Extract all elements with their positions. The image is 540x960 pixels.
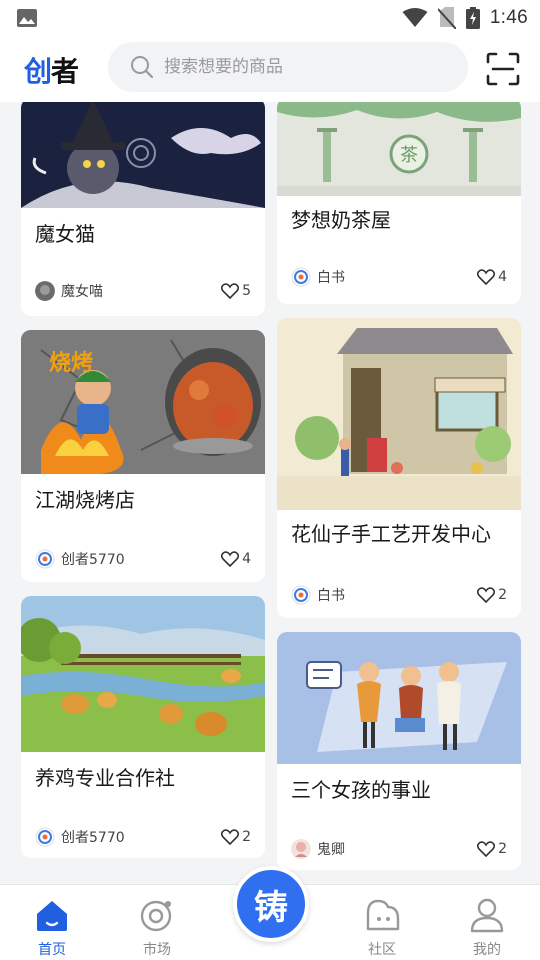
author-info[interactable]: 创者5770 bbox=[35, 826, 125, 848]
create-button[interactable]: 铸 bbox=[233, 866, 309, 942]
product-card[interactable]: 烧烤 江湖烧烤店 创者5770 4 bbox=[21, 330, 265, 582]
nav-label: 社区 bbox=[368, 942, 396, 958]
product-title: 花仙子手工艺开发中心 bbox=[291, 522, 491, 546]
product-image: 茶 bbox=[277, 102, 521, 196]
profile-icon bbox=[470, 898, 504, 933]
scan-icon[interactable] bbox=[486, 52, 520, 86]
product-image: 烧烤 bbox=[21, 330, 265, 474]
nav-home[interactable]: 首页 bbox=[12, 893, 92, 958]
product-image bbox=[277, 318, 521, 510]
heart-icon bbox=[221, 829, 240, 845]
author-info[interactable]: 白书 bbox=[291, 584, 345, 606]
product-title: 魔女猫 bbox=[35, 222, 95, 246]
author-name: 白书 bbox=[317, 588, 345, 604]
search-input[interactable] bbox=[164, 42, 454, 92]
product-card[interactable]: 魔女猫 魔女喵 5 bbox=[21, 102, 265, 316]
heart-icon bbox=[221, 283, 240, 299]
heart-icon bbox=[477, 587, 496, 603]
author-name: 白书 bbox=[317, 270, 345, 286]
like-button[interactable]: 4 bbox=[477, 266, 507, 288]
avatar bbox=[35, 827, 55, 847]
create-button-label: 铸 bbox=[254, 887, 288, 928]
product-card[interactable]: 养鸡专业合作社 创者5770 2 bbox=[21, 596, 265, 858]
heart-icon bbox=[477, 269, 496, 285]
battery-charging-icon bbox=[465, 7, 480, 29]
image-notification-icon bbox=[17, 9, 37, 27]
status-bar: 1:46 bbox=[0, 0, 540, 36]
author-name: 创者5770 bbox=[61, 552, 125, 568]
svg-text:茶: 茶 bbox=[400, 145, 418, 166]
nav-market[interactable]: 市场 bbox=[117, 893, 197, 958]
nav-label: 首页 bbox=[38, 942, 66, 958]
like-button[interactable]: 2 bbox=[477, 838, 507, 860]
author-name: 创者5770 bbox=[61, 830, 125, 846]
product-title: 江湖烧烤店 bbox=[35, 488, 135, 512]
nav-label: 市场 bbox=[143, 942, 171, 958]
like-button[interactable]: 2 bbox=[477, 584, 507, 606]
nav-label: 我的 bbox=[473, 942, 501, 958]
logo-char-1: 创 bbox=[24, 55, 52, 88]
author-name: 鬼卿 bbox=[317, 842, 345, 858]
search-bar[interactable] bbox=[108, 42, 468, 92]
nav-profile[interactable]: 我的 bbox=[447, 893, 527, 958]
product-title: 三个女孩的事业 bbox=[291, 778, 431, 802]
market-icon bbox=[140, 900, 172, 932]
no-sim-icon bbox=[437, 7, 456, 29]
avatar bbox=[35, 281, 55, 301]
author-info[interactable]: 创者5770 bbox=[35, 548, 125, 570]
like-button[interactable]: 4 bbox=[221, 548, 251, 570]
author-name: 魔女喵 bbox=[61, 284, 103, 300]
product-card[interactable]: 花仙子手工艺开发中心 白书 2 bbox=[277, 318, 521, 618]
avatar bbox=[291, 839, 311, 859]
home-icon bbox=[37, 901, 67, 931]
author-info[interactable]: 魔女喵 bbox=[35, 280, 103, 302]
clock: 1:46 bbox=[489, 7, 528, 28]
like-button[interactable]: 2 bbox=[221, 826, 251, 848]
heart-icon bbox=[477, 841, 496, 857]
product-image bbox=[21, 596, 265, 752]
like-count: 2 bbox=[498, 587, 507, 603]
product-title: 养鸡专业合作社 bbox=[35, 766, 175, 790]
svg-text:烧烤: 烧烤 bbox=[49, 350, 93, 376]
product-image bbox=[21, 102, 265, 208]
avatar bbox=[35, 549, 55, 569]
like-count: 4 bbox=[242, 551, 251, 567]
product-feed[interactable]: 魔女猫 魔女喵 5 茶 梦想奶茶屋 白书 4 烧烤 江湖烧烤店 创者5770 4… bbox=[0, 102, 540, 884]
product-image bbox=[277, 632, 521, 764]
heart-icon bbox=[221, 551, 240, 567]
nav-community[interactable]: 社区 bbox=[342, 893, 422, 958]
product-card[interactable]: 三个女孩的事业 鬼卿 2 bbox=[277, 632, 521, 870]
app-logo[interactable]: 创者 bbox=[24, 50, 79, 90]
like-button[interactable]: 5 bbox=[221, 280, 251, 302]
like-count: 2 bbox=[242, 829, 251, 845]
like-count: 2 bbox=[498, 841, 507, 857]
search-icon bbox=[131, 56, 154, 79]
avatar bbox=[291, 585, 311, 605]
author-info[interactable]: 鬼卿 bbox=[291, 838, 345, 860]
like-count: 4 bbox=[498, 269, 507, 285]
avatar bbox=[291, 267, 311, 287]
top-bar: 创者 bbox=[0, 36, 540, 102]
author-info[interactable]: 白书 bbox=[291, 266, 345, 288]
logo-char-2: 者 bbox=[51, 55, 79, 88]
product-card[interactable]: 茶 梦想奶茶屋 白书 4 bbox=[277, 102, 521, 304]
wifi-icon bbox=[402, 8, 428, 27]
product-title: 梦想奶茶屋 bbox=[291, 208, 391, 232]
community-icon bbox=[366, 899, 400, 931]
like-count: 5 bbox=[242, 283, 251, 299]
